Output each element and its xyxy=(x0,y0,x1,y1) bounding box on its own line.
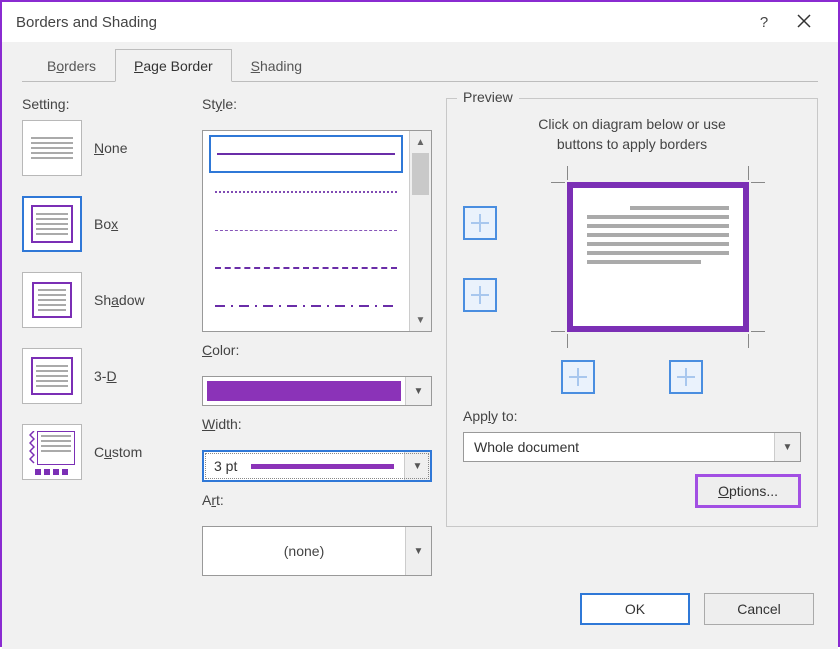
border-bottom-toggle[interactable] xyxy=(463,278,497,312)
style-option-dashed[interactable] xyxy=(209,249,403,287)
help-button[interactable]: ? xyxy=(744,14,784,31)
chevron-down-icon: ▼ xyxy=(774,433,800,461)
preview-legend: Preview xyxy=(457,89,519,105)
setting-custom-thumb[interactable] xyxy=(22,424,82,480)
color-dropdown[interactable]: ▼ xyxy=(202,376,432,406)
tab-row: Borders Page Border Shading xyxy=(22,48,818,82)
window-title: Borders and Shading xyxy=(16,14,744,31)
width-sample-bar xyxy=(251,464,394,469)
dialog-body: Borders Page Border Shading Setting: Non… xyxy=(2,42,838,649)
ok-button[interactable]: OK xyxy=(580,593,690,625)
style-scrollbar[interactable]: ▲ ▼ xyxy=(409,131,431,331)
border-left-toggle[interactable] xyxy=(561,360,595,394)
width-value: 3 pt xyxy=(214,458,237,474)
style-option-dotted[interactable] xyxy=(209,173,403,211)
preview-column: Preview Click on diagram below or usebut… xyxy=(446,96,818,587)
preview-fieldset: Preview Click on diagram below or usebut… xyxy=(446,98,818,527)
style-column: Style: ▲ ▼ Color: xyxy=(202,96,432,587)
scroll-thumb[interactable] xyxy=(412,153,429,195)
preview-hint: Click on diagram below or usebuttons to … xyxy=(463,115,801,154)
color-label: Color: xyxy=(202,342,432,358)
style-option-dashfine[interactable] xyxy=(209,211,403,249)
border-top-toggle[interactable] xyxy=(463,206,497,240)
apply-to-value: Whole document xyxy=(464,433,774,461)
setting-none-label: None xyxy=(94,140,127,156)
style-label: Style: xyxy=(202,96,432,112)
tab-borders[interactable]: Borders xyxy=(28,49,115,82)
preview-diagram[interactable] xyxy=(555,170,761,344)
chevron-down-icon: ▼ xyxy=(405,377,431,405)
zigzag-icon xyxy=(29,431,35,465)
border-right-toggle[interactable] xyxy=(669,360,703,394)
setting-label: Setting: xyxy=(22,96,188,112)
setting-none-thumb[interactable] xyxy=(22,120,82,176)
border-edge-icon xyxy=(471,286,489,304)
close-icon xyxy=(797,14,811,28)
border-edge-icon xyxy=(677,368,695,386)
options-button[interactable]: Options... xyxy=(695,474,801,508)
art-dropdown[interactable]: (none) ▼ xyxy=(202,526,432,576)
tab-shading[interactable]: Shading xyxy=(232,49,321,82)
style-option-dashdot[interactable] xyxy=(209,287,403,325)
setting-shadow-label: Shadow xyxy=(94,292,145,308)
setting-3d-thumb[interactable] xyxy=(22,348,82,404)
art-value: (none) xyxy=(203,527,405,575)
chevron-down-icon: ▼ xyxy=(404,452,430,480)
style-option-solid[interactable] xyxy=(209,135,403,173)
close-button[interactable] xyxy=(784,14,824,31)
border-edge-icon xyxy=(471,214,489,232)
chevron-down-icon: ▼ xyxy=(405,527,431,575)
style-listbox[interactable]: ▲ ▼ xyxy=(202,130,432,332)
setting-shadow-thumb[interactable] xyxy=(22,272,82,328)
color-swatch xyxy=(207,381,401,401)
setting-3d-label: 3-D xyxy=(94,368,117,384)
borders-shading-dialog: Borders and Shading ? Borders Page Borde… xyxy=(0,0,840,647)
setting-custom-label: Custom xyxy=(94,444,142,460)
scroll-up-icon[interactable]: ▲ xyxy=(410,131,431,153)
setting-box-label: Box xyxy=(94,216,118,232)
setting-column: Setting: None Box xyxy=(22,96,188,587)
width-label: Width: xyxy=(202,416,432,432)
apply-to-label: Apply to: xyxy=(463,408,801,424)
preview-page xyxy=(567,182,749,332)
art-label: Art: xyxy=(202,492,432,508)
scroll-down-icon[interactable]: ▼ xyxy=(410,309,431,331)
tab-page-border[interactable]: Page Border xyxy=(115,49,232,82)
cancel-button[interactable]: Cancel xyxy=(704,593,814,625)
dialog-footer: OK Cancel xyxy=(22,587,818,631)
width-dropdown[interactable]: 3 pt ▼ xyxy=(202,450,432,482)
border-edge-icon xyxy=(569,368,587,386)
titlebar: Borders and Shading ? xyxy=(2,2,838,42)
setting-box-thumb[interactable] xyxy=(22,196,82,252)
apply-to-dropdown[interactable]: Whole document ▼ xyxy=(463,432,801,462)
